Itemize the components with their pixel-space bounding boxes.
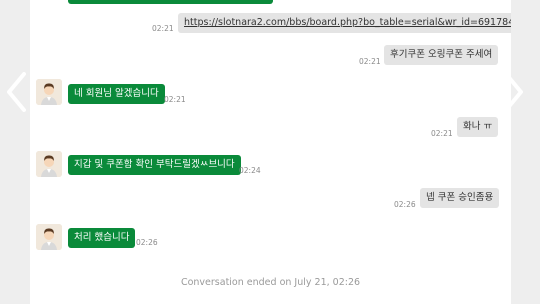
previous-arrow-button[interactable] (4, 70, 30, 114)
message-time: 02:26 (136, 238, 158, 247)
chevron-right-icon (504, 72, 523, 112)
agent-avatar (36, 151, 62, 177)
conversation-ended-notice: Conversation ended on July 21, 02:26 (180, 277, 361, 288)
message-time: 02:21 (359, 57, 381, 66)
agent-message-bubble: 처리 했습니다 (68, 228, 136, 248)
user-message-bubble: 후기쿠폰 오링쿠폰 주세여 (384, 45, 499, 65)
agent-message-bubble: 지갑 및 쿠폰함 확인 부탁드릴겠ㅆ브니다 (68, 155, 241, 175)
chevron-left-icon (7, 72, 26, 112)
agent-avatar-icon (36, 151, 62, 177)
message-time: 02:21 (431, 129, 453, 138)
agent-avatar-icon (36, 79, 62, 105)
message-time: 02:21 (164, 95, 186, 104)
next-arrow-button[interactable] (500, 70, 526, 114)
agent-message-bubble: 네 회원님 알겠습니다 (68, 84, 165, 104)
message-time: 02:26 (394, 200, 416, 209)
message-link[interactable]: https://slotnara2.com/bbs/board.php?bo_t… (184, 17, 511, 28)
chat-transcript-panel: 02:21 https://slotnara2.com/bbs/board.ph… (30, 0, 511, 304)
user-message-bubble: 넵 쿠폰 승인좀용 (420, 188, 500, 208)
agent-avatar-icon (36, 224, 62, 250)
agent-avatar (36, 79, 62, 105)
agent-avatar (36, 224, 62, 250)
agent-message-bubble-partial (68, 0, 273, 4)
user-message-bubble: https://slotnara2.com/bbs/board.php?bo_t… (178, 13, 511, 33)
message-time: 02:24 (239, 166, 261, 175)
message-time: 02:21 (152, 24, 174, 33)
user-message-bubble: 화나 ㅠ (457, 117, 499, 137)
